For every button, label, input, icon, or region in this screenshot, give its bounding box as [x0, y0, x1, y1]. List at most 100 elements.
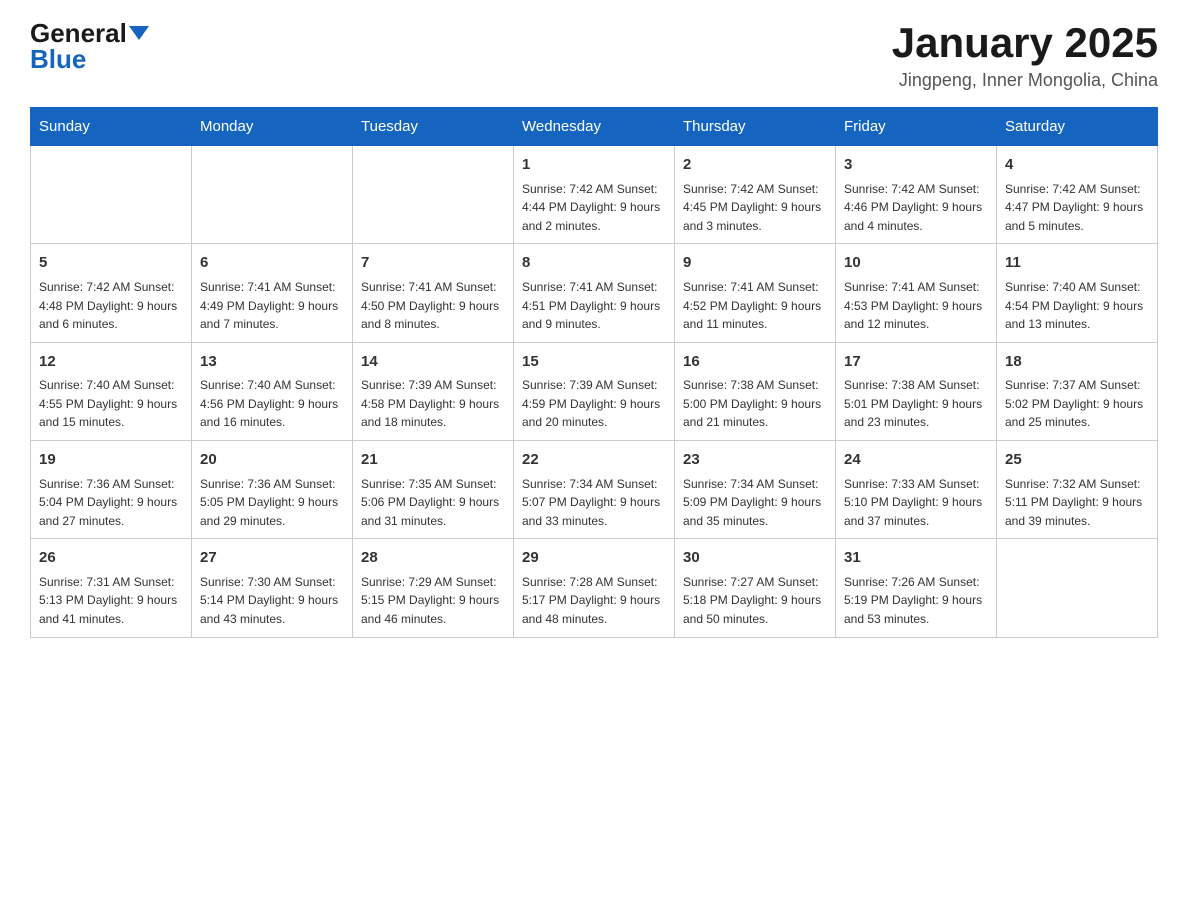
- day-info: Sunrise: 7:32 AM Sunset: 5:11 PM Dayligh…: [1005, 475, 1149, 531]
- logo-blue-text: Blue: [30, 44, 86, 74]
- calendar-cell: 22 Sunrise: 7:34 AM Sunset: 5:07 PM Dayli…: [514, 441, 675, 539]
- calendar-cell: 7 Sunrise: 7:41 AM Sunset: 4:50 PM Daylig…: [353, 244, 514, 342]
- calendar-cell: 27 Sunrise: 7:30 AM Sunset: 5:14 PM Dayli…: [192, 539, 353, 637]
- day-number: 21: [361, 449, 505, 472]
- day-number: 24: [844, 449, 988, 472]
- day-info: Sunrise: 7:30 AM Sunset: 5:14 PM Dayligh…: [200, 573, 344, 629]
- day-number: 19: [39, 449, 183, 472]
- day-number: 5: [39, 252, 183, 275]
- day-info: Sunrise: 7:41 AM Sunset: 4:50 PM Dayligh…: [361, 278, 505, 334]
- day-number: 8: [522, 252, 666, 275]
- day-info: Sunrise: 7:38 AM Sunset: 5:01 PM Dayligh…: [844, 376, 988, 432]
- day-number: 31: [844, 547, 988, 570]
- calendar-title: January 2025: [892, 20, 1158, 66]
- calendar-week-row: 1Sunrise: 7:42 AM Sunset: 4:44 PM Daylig…: [31, 146, 1158, 244]
- calendar-cell: 12Sunrise: 7:40 AM Sunset: 4:55 PM Dayli…: [31, 342, 192, 440]
- calendar-cell: 30 Sunrise: 7:27 AM Sunset: 5:18 PM Dayli…: [675, 539, 836, 637]
- day-info: Sunrise: 7:29 AM Sunset: 5:15 PM Dayligh…: [361, 573, 505, 629]
- title-block: January 2025 Jingpeng, Inner Mongolia, C…: [892, 20, 1158, 91]
- day-info: Sunrise: 7:40 AM Sunset: 4:55 PM Dayligh…: [39, 376, 183, 432]
- day-info: Sunrise: 7:42 AM Sunset: 4:48 PM Dayligh…: [39, 278, 183, 334]
- day-of-week-header: Friday: [836, 108, 997, 146]
- day-number: 6: [200, 252, 344, 275]
- day-info: Sunrise: 7:42 AM Sunset: 4:47 PM Dayligh…: [1005, 180, 1149, 236]
- day-info: Sunrise: 7:39 AM Sunset: 4:59 PM Dayligh…: [522, 376, 666, 432]
- day-info: Sunrise: 7:42 AM Sunset: 4:45 PM Dayligh…: [683, 180, 827, 236]
- calendar-cell: 28 Sunrise: 7:29 AM Sunset: 5:15 PM Dayli…: [353, 539, 514, 637]
- calendar-cell: 21 Sunrise: 7:35 AM Sunset: 5:06 PM Dayli…: [353, 441, 514, 539]
- day-number: 30: [683, 547, 827, 570]
- calendar-cell: 29Sunrise: 7:28 AM Sunset: 5:17 PM Dayli…: [514, 539, 675, 637]
- day-info: Sunrise: 7:33 AM Sunset: 5:10 PM Dayligh…: [844, 475, 988, 531]
- day-number: 4: [1005, 154, 1149, 177]
- calendar-cell: 8 Sunrise: 7:41 AM Sunset: 4:51 PM Daylig…: [514, 244, 675, 342]
- calendar-cell: 31 Sunrise: 7:26 AM Sunset: 5:19 PM Dayli…: [836, 539, 997, 637]
- calendar-cell: 6 Sunrise: 7:41 AM Sunset: 4:49 PM Daylig…: [192, 244, 353, 342]
- day-info: Sunrise: 7:41 AM Sunset: 4:49 PM Dayligh…: [200, 278, 344, 334]
- day-of-week-header: Thursday: [675, 108, 836, 146]
- day-number: 2: [683, 154, 827, 177]
- day-info: Sunrise: 7:38 AM Sunset: 5:00 PM Dayligh…: [683, 376, 827, 432]
- calendar-cell: 17Sunrise: 7:38 AM Sunset: 5:01 PM Dayli…: [836, 342, 997, 440]
- day-number: 13: [200, 351, 344, 374]
- calendar-cell: 20Sunrise: 7:36 AM Sunset: 5:05 PM Dayli…: [192, 441, 353, 539]
- calendar-cell: 3Sunrise: 7:42 AM Sunset: 4:46 PM Daylig…: [836, 146, 997, 244]
- day-number: 3: [844, 154, 988, 177]
- calendar-cell: [353, 146, 514, 244]
- calendar-cell: 5 Sunrise: 7:42 AM Sunset: 4:48 PM Daylig…: [31, 244, 192, 342]
- calendar-cell: 16Sunrise: 7:38 AM Sunset: 5:00 PM Dayli…: [675, 342, 836, 440]
- day-info: Sunrise: 7:35 AM Sunset: 5:06 PM Dayligh…: [361, 475, 505, 531]
- day-number: 12: [39, 351, 183, 374]
- day-number: 15: [522, 351, 666, 374]
- day-info: Sunrise: 7:26 AM Sunset: 5:19 PM Dayligh…: [844, 573, 988, 629]
- page-header: General Blue January 2025 Jingpeng, Inne…: [30, 20, 1158, 91]
- day-number: 27: [200, 547, 344, 570]
- day-info: Sunrise: 7:28 AM Sunset: 5:17 PM Dayligh…: [522, 573, 666, 629]
- calendar-cell: 19 Sunrise: 7:36 AM Sunset: 5:04 PM Dayli…: [31, 441, 192, 539]
- day-of-week-header: Sunday: [31, 108, 192, 146]
- day-number: 11: [1005, 252, 1149, 275]
- day-of-week-header: Monday: [192, 108, 353, 146]
- calendar-cell: 18Sunrise: 7:37 AM Sunset: 5:02 PM Dayli…: [997, 342, 1158, 440]
- calendar-cell: 13Sunrise: 7:40 AM Sunset: 4:56 PM Dayli…: [192, 342, 353, 440]
- day-number: 17: [844, 351, 988, 374]
- day-info: Sunrise: 7:41 AM Sunset: 4:52 PM Dayligh…: [683, 278, 827, 334]
- calendar-cell: [997, 539, 1158, 637]
- calendar-cell: 10Sunrise: 7:41 AM Sunset: 4:53 PM Dayli…: [836, 244, 997, 342]
- calendar-header-row: SundayMondayTuesdayWednesdayThursdayFrid…: [31, 108, 1158, 146]
- calendar-cell: 24 Sunrise: 7:33 AM Sunset: 5:10 PM Dayli…: [836, 441, 997, 539]
- day-number: 10: [844, 252, 988, 275]
- logo-triangle-icon: [129, 26, 149, 40]
- calendar-week-row: 26Sunrise: 7:31 AM Sunset: 5:13 PM Dayli…: [31, 539, 1158, 637]
- calendar-cell: 1Sunrise: 7:42 AM Sunset: 4:44 PM Daylig…: [514, 146, 675, 244]
- calendar-cell: [192, 146, 353, 244]
- day-number: 25: [1005, 449, 1149, 472]
- calendar-cell: 2 Sunrise: 7:42 AM Sunset: 4:45 PM Daylig…: [675, 146, 836, 244]
- day-number: 18: [1005, 351, 1149, 374]
- day-info: Sunrise: 7:34 AM Sunset: 5:09 PM Dayligh…: [683, 475, 827, 531]
- calendar-cell: 26Sunrise: 7:31 AM Sunset: 5:13 PM Dayli…: [31, 539, 192, 637]
- day-info: Sunrise: 7:27 AM Sunset: 5:18 PM Dayligh…: [683, 573, 827, 629]
- calendar-cell: [31, 146, 192, 244]
- day-info: Sunrise: 7:31 AM Sunset: 5:13 PM Dayligh…: [39, 573, 183, 629]
- day-of-week-header: Wednesday: [514, 108, 675, 146]
- day-of-week-header: Tuesday: [353, 108, 514, 146]
- day-info: Sunrise: 7:37 AM Sunset: 5:02 PM Dayligh…: [1005, 376, 1149, 432]
- day-info: Sunrise: 7:36 AM Sunset: 5:04 PM Dayligh…: [39, 475, 183, 531]
- day-number: 28: [361, 547, 505, 570]
- calendar-cell: 15Sunrise: 7:39 AM Sunset: 4:59 PM Dayli…: [514, 342, 675, 440]
- day-info: Sunrise: 7:41 AM Sunset: 4:51 PM Dayligh…: [522, 278, 666, 334]
- day-of-week-header: Saturday: [997, 108, 1158, 146]
- day-number: 9: [683, 252, 827, 275]
- day-info: Sunrise: 7:34 AM Sunset: 5:07 PM Dayligh…: [522, 475, 666, 531]
- calendar-cell: 23Sunrise: 7:34 AM Sunset: 5:09 PM Dayli…: [675, 441, 836, 539]
- day-number: 22: [522, 449, 666, 472]
- calendar-week-row: 5 Sunrise: 7:42 AM Sunset: 4:48 PM Daylig…: [31, 244, 1158, 342]
- calendar-table: SundayMondayTuesdayWednesdayThursdayFrid…: [30, 107, 1158, 637]
- calendar-cell: 9 Sunrise: 7:41 AM Sunset: 4:52 PM Daylig…: [675, 244, 836, 342]
- calendar-cell: 25 Sunrise: 7:32 AM Sunset: 5:11 PM Dayli…: [997, 441, 1158, 539]
- logo: General Blue: [30, 20, 149, 73]
- day-number: 16: [683, 351, 827, 374]
- day-number: 7: [361, 252, 505, 275]
- calendar-week-row: 19 Sunrise: 7:36 AM Sunset: 5:04 PM Dayli…: [31, 441, 1158, 539]
